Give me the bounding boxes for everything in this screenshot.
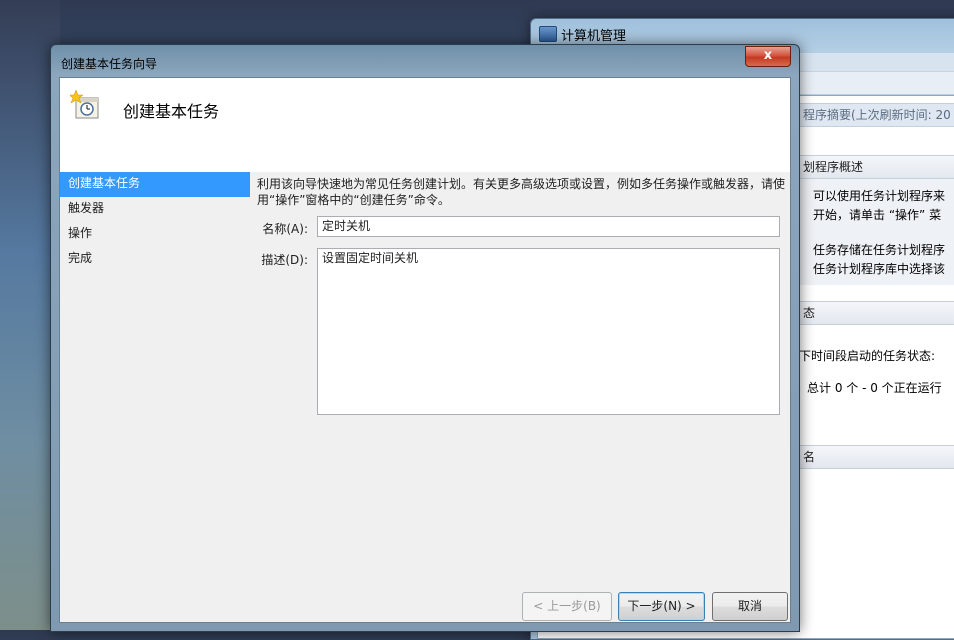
name-label: 名称(A): xyxy=(262,222,308,236)
name-panel: 名 xyxy=(799,445,954,595)
step-action[interactable]: 操作 xyxy=(60,222,250,247)
task-clock-icon xyxy=(68,89,100,120)
back-button[interactable]: < 上一步(B) xyxy=(522,592,612,621)
wizard-title: 创建基本任务 xyxy=(123,102,220,121)
overview-header: 划程序概述 xyxy=(799,155,954,179)
dialog-client: 创建基本任务 创建基本任务 触发器 操作 完成 利用该向导快速地为常见任务创建计… xyxy=(59,77,791,623)
next-button[interactable]: 下一步(N) > xyxy=(618,592,705,621)
close-button[interactable]: x xyxy=(745,46,791,67)
create-basic-task-wizard: 创建基本任务向导 x 创建基本任务 创建基本任务 触发器 操作 完成 利用该向导… xyxy=(50,44,800,632)
computer-management-title: 计算机管理 xyxy=(561,29,627,44)
step-trigger[interactable]: 触发器 xyxy=(60,197,250,222)
task-name-input[interactable]: 定时关机 xyxy=(317,216,780,237)
status-header: 态 xyxy=(799,301,954,325)
name-header: 名 xyxy=(799,445,954,469)
overview-text-1: 可以使用任务计划程序来 xyxy=(813,189,946,203)
step-finish[interactable]: 完成 xyxy=(60,247,250,272)
dialog-title: 创建基本任务向导 xyxy=(61,57,158,71)
summary-header: 程序摘要(上次刷新时间: 20 xyxy=(799,103,954,127)
computer-management-icon xyxy=(539,26,557,42)
intro-text: 利用该向导快速地为常见任务创建计划。有关更多高级选项或设置，例如多任务操作或触发… xyxy=(257,177,786,207)
cancel-button[interactable]: 取消 xyxy=(712,592,788,621)
overview-text-2: 开始，请单击 “操作” 菜 xyxy=(813,208,942,222)
status-panel: 态 下时间段启动的任务状态: 总计 0 个 - 0 个正在运行 xyxy=(799,301,954,441)
wizard-pane: 利用该向导快速地为常见任务创建计划。有关更多高级选项或设置，例如多任务操作或触发… xyxy=(250,172,790,622)
overview-text-3: 任务存储在任务计划程序 xyxy=(813,243,946,257)
step-create-basic-task[interactable]: 创建基本任务 xyxy=(60,172,250,197)
summary-panel: 程序摘要(上次刷新时间: 20 xyxy=(799,103,954,127)
task-description-textarea[interactable]: 设置固定时间关机 xyxy=(317,248,780,415)
status-total: 总计 0 个 - 0 个正在运行 xyxy=(807,381,942,395)
wizard-steps: 创建基本任务 触发器 操作 完成 xyxy=(60,172,250,622)
description-label: 描述(D): xyxy=(261,253,308,267)
overview-text-4: 任务计划程序库中选择该 xyxy=(813,262,946,276)
status-description: 下时间段启动的任务状态: xyxy=(799,349,936,363)
wizard-header: 创建基本任务 xyxy=(60,78,790,172)
overview-panel: 划程序概述 可以使用任务计划程序来 开始，请单击 “操作” 菜 任务存储在任务计… xyxy=(799,155,954,285)
